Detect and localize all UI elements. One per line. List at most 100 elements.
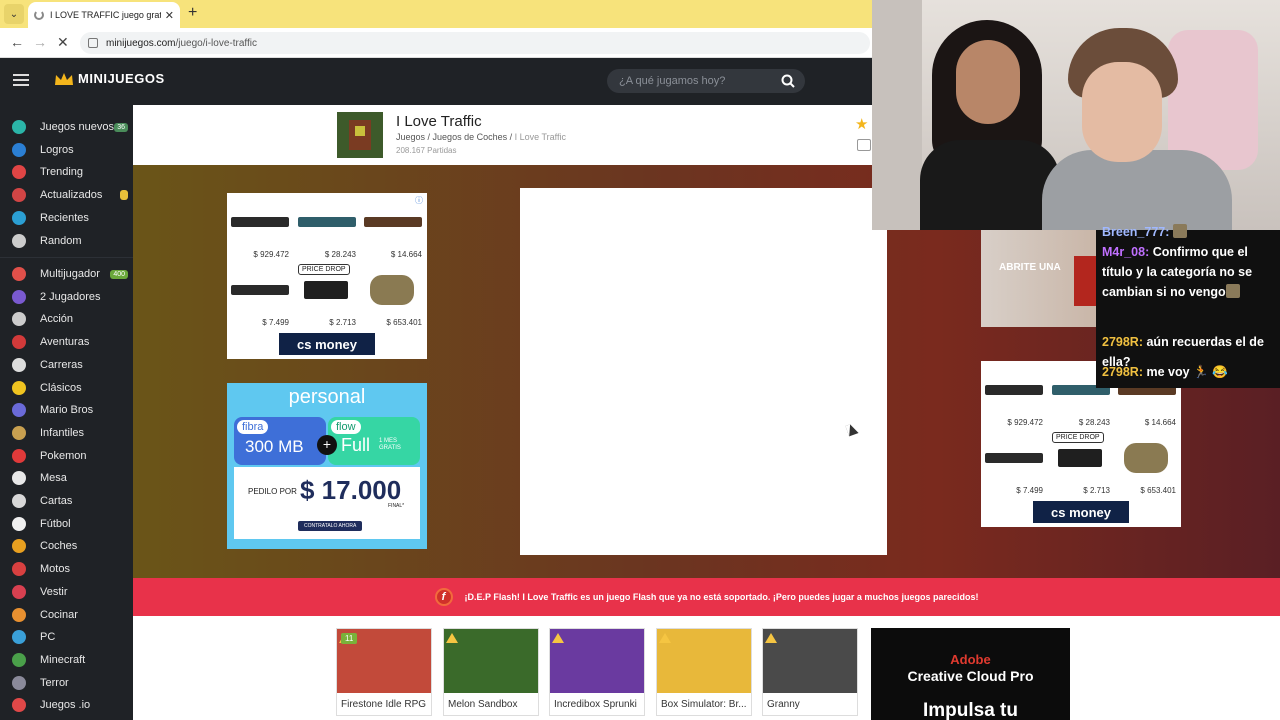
fibra-label: fibra	[237, 420, 269, 434]
sidebar-item-carreras[interactable]: Carreras	[12, 356, 130, 374]
sidebar-item-label: Trending	[40, 166, 84, 179]
new-tab-button[interactable]: +	[188, 4, 197, 22]
close-tab-icon[interactable]: ✕	[165, 9, 174, 22]
game-card[interactable]: Melon Sandbox	[443, 628, 539, 716]
sidebar-item-multijugador[interactable]: Multijugador 400	[12, 265, 130, 283]
chat-username[interactable]: M4r_08:	[1102, 245, 1149, 259]
sidebar-item-label: Pokemon	[40, 449, 87, 462]
sidebar-item-cocinar[interactable]: Cocinar	[12, 606, 130, 624]
cs-money-ad[interactable]: $ 929.472 $ 28.243 $ 14.664 $ 7.499 $ 2.713 P…	[227, 193, 427, 359]
sidebar-item-mesa[interactable]: Mesa	[12, 469, 130, 487]
rifle-image	[231, 285, 289, 295]
juegos-io-icon	[12, 698, 26, 713]
sidebar-item-2-jugadores[interactable]: 2 Jugadores	[12, 288, 130, 306]
browser-tab[interactable]: I LOVE TRAFFIC juego gratis onli ✕	[28, 2, 180, 28]
2-jugadores-icon	[12, 289, 26, 304]
stream-chat: Breen_777: M4r_08: Confirmo que el títul…	[1096, 224, 1280, 388]
adobe-product: Creative Cloud Pro	[907, 668, 1034, 684]
menu-icon[interactable]	[13, 74, 29, 86]
cl-sicos-icon	[12, 380, 26, 395]
site-info-icon[interactable]	[88, 38, 98, 48]
stop-loading-icon[interactable]: ✕	[57, 34, 69, 51]
sidebar-item-cl-sicos[interactable]: Clásicos	[12, 379, 130, 397]
sidebar-item-juegos-nuevos[interactable]: Juegos nuevos 36	[12, 118, 130, 136]
chat-username[interactable]: 2798R:	[1102, 335, 1143, 349]
breadcrumb-juegos[interactable]: Juegos	[396, 132, 425, 142]
skin-item[interactable]: $ 2.713 PRICE DROP	[294, 263, 360, 331]
like-icon[interactable]	[857, 139, 871, 151]
breadcrumb: Juegos / Juegos de Coches / I Love Traff…	[396, 132, 566, 142]
back-arrow-icon[interactable]: ←	[10, 34, 24, 50]
sidebar-item-vestir[interactable]: Vestir	[12, 583, 130, 601]
sidebar-item-aventuras[interactable]: Aventuras	[12, 333, 130, 351]
search-input[interactable]: ¿A qué jugamos hoy?	[607, 69, 805, 93]
sidebar-item-trending[interactable]: Trending	[12, 163, 130, 181]
breadcrumb-category[interactable]: Juegos de Coches	[433, 132, 508, 142]
skin-item[interactable]: $ 7.499	[981, 431, 1047, 499]
sidebar-item-juegos-io[interactable]: Juegos .io	[12, 696, 130, 714]
skin-item[interactable]: $ 653.401	[360, 263, 426, 331]
game-card[interactable]: Box Simulator: Br...	[656, 628, 752, 716]
game-card[interactable]: Granny	[762, 628, 858, 716]
sidebar-item-infantiles[interactable]: Infantiles	[12, 424, 130, 442]
price-amount: $ 17.000	[300, 475, 402, 505]
price-drop-tag: PRICE DROP	[1052, 432, 1104, 443]
skin-item[interactable]: $ 2.713 PRICE DROP	[1048, 431, 1114, 499]
sidebar-item-label: Carreras	[40, 358, 83, 371]
adchoices-icon[interactable]: ⓘ	[415, 195, 423, 206]
tab-search-chevron-icon[interactable]: ⌄	[4, 4, 24, 24]
sidebar-item-mario-bros[interactable]: Mario Bros	[12, 401, 130, 419]
sidebar-item-acci-n[interactable]: Acción	[12, 310, 130, 328]
glove-image	[370, 275, 414, 305]
skin-item[interactable]: $ 929.472	[227, 195, 293, 263]
game-card-image	[763, 629, 857, 693]
sidebar-item-f-tbol[interactable]: Fútbol	[12, 515, 130, 533]
sidebar-item-label: Logros	[40, 143, 74, 156]
game-card[interactable]: Incredibox Sprunki	[549, 628, 645, 716]
sidebar-item-logros[interactable]: Logros	[12, 141, 130, 159]
personal-ad[interactable]: personal fibra flow 300 MB + Full 1 MES …	[227, 383, 427, 549]
sidebar-item-minecraft[interactable]: Minecraft	[12, 651, 130, 669]
contratalo-button[interactable]: CONTRATALO AHORA	[298, 521, 363, 531]
sidebar-item-pc[interactable]: PC	[12, 628, 130, 646]
forward-arrow-icon[interactable]: →	[33, 34, 47, 50]
sidebar-item-label: Cartas	[40, 495, 73, 507]
skin-item[interactable]: $ 929.472	[981, 363, 1047, 431]
game-card-title: Granny	[767, 699, 800, 710]
search-icon[interactable]	[781, 74, 795, 88]
sidebar-item-label: Mario Bros	[40, 404, 94, 417]
skin-price: $ 28.243	[1078, 418, 1110, 427]
chat-username[interactable]: Breen_777:	[1102, 225, 1169, 239]
sidebar-item-actualizados[interactable]: Actualizados	[12, 186, 130, 204]
sidebar-item-pokemon[interactable]: Pokemon	[12, 447, 130, 465]
sidebar-item-coches[interactable]: Coches	[12, 537, 130, 555]
sidebar-item-cartas[interactable]: Cartas	[12, 492, 130, 510]
skin-item[interactable]: $ 28.243	[294, 195, 360, 263]
favorite-star-icon[interactable]: ★	[855, 115, 868, 133]
url-field[interactable]: minijuegos.com/juego/i-love-traffic	[80, 32, 870, 54]
f-tbol-icon	[12, 516, 26, 531]
rifle-image	[1058, 449, 1102, 467]
site-logo[interactable]: MINIJUEGOS	[54, 71, 165, 86]
sidebar-item-terror[interactable]: Terror	[12, 674, 130, 692]
sidebar-item-motos[interactable]: Motos	[12, 560, 130, 578]
vestir-icon	[12, 584, 26, 599]
pedilo-label: PEDILO POR	[248, 487, 297, 496]
sidebar-item-label: Mesa	[40, 472, 67, 485]
skin-price: $ 14.664	[1144, 418, 1176, 427]
chat-message: M4r_08: Confirmo que el título y la cate…	[1102, 242, 1274, 302]
infantiles-icon	[12, 425, 26, 440]
sidebar-item-recientes[interactable]: Recientes	[12, 209, 130, 227]
cs-money-logo: cs money	[1033, 501, 1129, 523]
chat-username[interactable]: 2798R:	[1102, 365, 1143, 379]
video-ad-thumbnail[interactable]: ABRITE UNA	[981, 230, 1096, 327]
mesa-icon	[12, 471, 26, 486]
sidebar-item-random[interactable]: Random	[12, 232, 130, 250]
game-frame[interactable]	[520, 188, 887, 555]
skin-item[interactable]: $ 7.499	[227, 263, 293, 331]
site-header: MINIJUEGOS ¿A qué jugamos hoy?	[0, 58, 872, 105]
game-thumbnail	[337, 112, 383, 158]
adobe-ad[interactable]: Adobe Creative Cloud Pro Impulsa tu	[871, 628, 1070, 720]
game-card[interactable]: 11 Firestone Idle RPG	[336, 628, 432, 716]
skin-item[interactable]: $ 653.401	[1114, 431, 1180, 499]
